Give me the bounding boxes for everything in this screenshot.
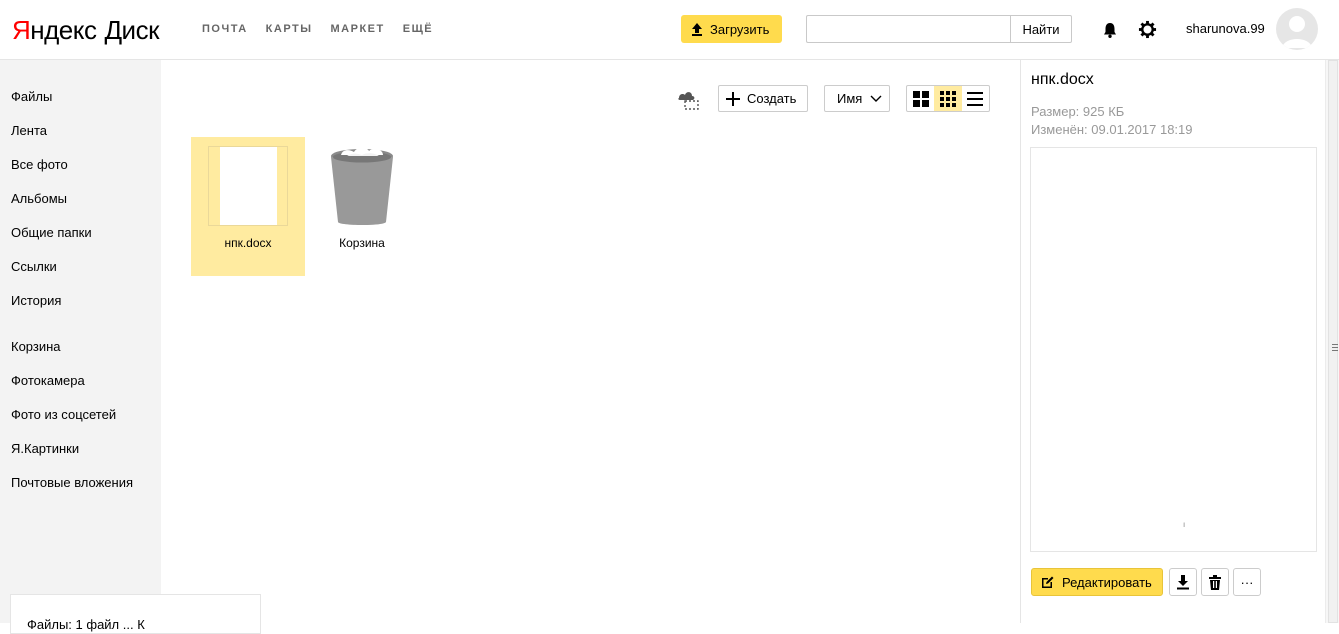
create-label: Создать: [747, 91, 797, 106]
file-item-npk-docx[interactable]: нпк.docx: [191, 137, 305, 276]
upload-icon: [692, 23, 702, 36]
list-icon: [967, 91, 984, 106]
user-silhouette-icon: [1282, 16, 1312, 48]
cloud-select-icon[interactable]: [676, 88, 700, 110]
sidebar-item-trash[interactable]: Корзина: [11, 339, 61, 354]
nav-maps[interactable]: КАРТЫ: [266, 23, 313, 35]
chevron-down-icon: [870, 95, 882, 102]
nav-market[interactable]: МАРКЕТ: [331, 23, 385, 35]
logo-ya: Я: [12, 15, 31, 45]
logo-rest: ндекс: [30, 15, 97, 45]
top-nav: ПОЧТА КАРТЫ МАРКЕТ ЕЩЁ: [202, 23, 433, 35]
sort-label: Имя: [837, 91, 863, 106]
sidebar-item-feed[interactable]: Лента: [11, 123, 47, 138]
nav-more[interactable]: ЕЩЁ: [403, 23, 433, 35]
details-panel: нпк.docx Размер: 925 КБ Изменён: 09.01.2…: [1020, 60, 1325, 623]
view-small-tiles-button[interactable]: [934, 86, 962, 111]
nav-mail[interactable]: ПОЧТА: [202, 23, 248, 35]
trash-icon: [1209, 574, 1221, 590]
file-name: Корзина: [339, 236, 385, 250]
upload-label: Загрузить: [710, 21, 770, 37]
view-list-button[interactable]: [962, 86, 989, 111]
large-grid-icon: [912, 90, 929, 107]
trash-bin-icon: [331, 147, 393, 225]
header: Яндекс Диск ПОЧТА КАРТЫ МАРКЕТ ЕЩЁ Загруз…: [0, 0, 1339, 60]
view-switcher: [906, 85, 990, 112]
view-large-tiles-button[interactable]: [907, 86, 934, 111]
document-preview[interactable]: ı: [1030, 147, 1317, 552]
edit-button[interactable]: Редактировать: [1031, 568, 1163, 596]
yandex-disk-logo[interactable]: Яндекс Диск: [12, 16, 159, 44]
details-title: нпк.docx: [1031, 71, 1094, 88]
sidebar-item-shared-folders[interactable]: Общие папки: [11, 225, 92, 240]
file-name: нпк.docx: [224, 236, 272, 250]
sidebar-item-albums[interactable]: Альбомы: [11, 191, 67, 206]
gear-icon[interactable]: [1138, 20, 1157, 39]
delete-button[interactable]: [1201, 568, 1229, 596]
page-scrollbar[interactable]: [1325, 60, 1339, 623]
small-grid-icon: [939, 90, 956, 107]
preview-mark: ı: [1183, 520, 1186, 529]
sidebar-item-camera[interactable]: Фотокамера: [11, 373, 85, 388]
sidebar-item-history[interactable]: История: [11, 293, 61, 308]
plus-icon: [726, 91, 740, 106]
sidebar-item-all-photos[interactable]: Все фото: [11, 157, 68, 172]
storage-info-panel: Файлы: 1 файл ... К: [10, 594, 261, 634]
edit-pen-icon: [1042, 576, 1054, 588]
details-modified: Изменён: 09.01.2017 18:19: [1031, 122, 1193, 137]
file-item-trash[interactable]: Корзина: [305, 137, 419, 276]
avatar[interactable]: [1276, 8, 1318, 50]
document-thumbnail: [208, 146, 288, 226]
download-icon: [1177, 575, 1189, 590]
details-size: Размер: 925 КБ: [1031, 104, 1125, 119]
username[interactable]: sharunova.99: [1186, 21, 1265, 36]
sidebar-item-files[interactable]: Файлы: [11, 89, 52, 104]
upload-button[interactable]: Загрузить: [681, 15, 782, 43]
create-button[interactable]: Создать: [718, 85, 808, 112]
scroll-grip-icon: [1332, 344, 1338, 351]
bell-icon[interactable]: [1101, 21, 1119, 39]
download-button[interactable]: [1169, 568, 1197, 596]
logo-disk: Диск: [104, 15, 159, 45]
scrollbar-thumb[interactable]: [1328, 60, 1338, 623]
sidebar-item-ya-images[interactable]: Я.Картинки: [11, 441, 79, 456]
sidebar-item-links[interactable]: Ссылки: [11, 259, 57, 274]
sidebar-item-social-photos[interactable]: Фото из соцсетей: [11, 407, 116, 422]
sidebar: Файлы Лента Все фото Альбомы Общие папки…: [0, 60, 161, 623]
document-page-icon: [220, 147, 277, 225]
more-actions-button[interactable]: ···: [1233, 568, 1261, 596]
sidebar-item-mail-attachments[interactable]: Почтовые вложения: [11, 475, 133, 490]
search-input[interactable]: [806, 15, 1012, 43]
sort-dropdown[interactable]: Имя: [824, 85, 890, 112]
edit-label: Редактировать: [1062, 574, 1152, 590]
search-button[interactable]: Найти: [1010, 15, 1072, 43]
